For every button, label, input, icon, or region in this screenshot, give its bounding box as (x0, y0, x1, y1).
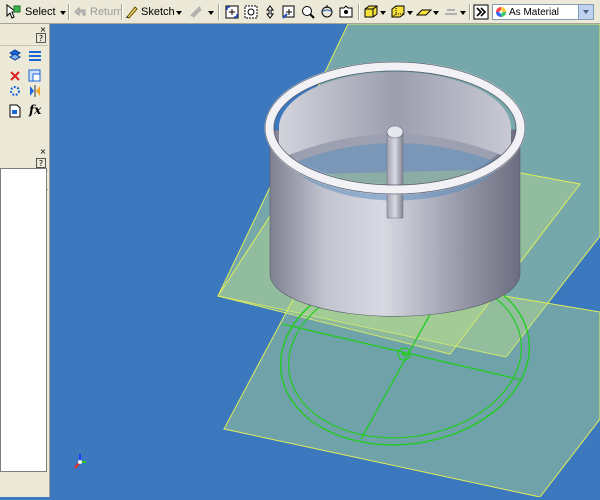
parameters-icon[interactable]: fx (29, 103, 43, 117)
shaft-top-face (386, 125, 404, 139)
revolve-icon[interactable] (28, 49, 42, 63)
select-label: Select (25, 6, 56, 18)
return-label: Return (90, 6, 124, 18)
sketch-button[interactable]: Sketch (125, 3, 175, 21)
update-icon[interactable] (188, 4, 204, 20)
color-style-icon[interactable] (473, 4, 489, 20)
select-arrow-icon (6, 4, 21, 19)
shadow-dropdown-arrow[interactable] (433, 11, 439, 15)
section-view-icon[interactable] (443, 4, 459, 20)
sketch-center-dot (402, 352, 406, 356)
browser-help-button[interactable]: ? (36, 158, 46, 168)
sketch-icon (126, 6, 138, 19)
appearance-combo[interactable]: As Material (492, 4, 594, 20)
panel-help-button[interactable]: ? (36, 33, 46, 43)
toolbar-separator (68, 4, 70, 20)
camera-dropdown-arrow[interactable] (407, 11, 413, 15)
zoom-window-icon[interactable] (243, 4, 259, 20)
extrude-icon[interactable] (8, 49, 22, 63)
zoom-icon[interactable] (262, 4, 278, 20)
standard-toolbar: Select Return Sketch As Material (0, 0, 600, 24)
toolbar-separator (358, 4, 360, 20)
look-at-icon[interactable] (338, 4, 354, 20)
ground-shadow-icon[interactable] (415, 4, 433, 20)
return-button[interactable]: Return (73, 3, 123, 21)
viewport-canvas (74, 23, 600, 498)
document-icon[interactable] (8, 104, 22, 118)
zoom-all-icon[interactable] (224, 4, 240, 20)
update-dropdown-arrow[interactable] (208, 11, 214, 15)
toolbar-separator (218, 4, 220, 20)
browser-close-button[interactable]: × (38, 147, 48, 157)
pan-icon[interactable] (281, 4, 297, 20)
toolbar-separator (121, 4, 123, 20)
display-dropdown-arrow[interactable] (380, 11, 386, 15)
zoom-selected-icon[interactable] (300, 4, 316, 20)
axis-triad-icon (74, 454, 86, 469)
appearance-dropdown-button[interactable] (578, 5, 593, 19)
sketch-dropdown-arrow[interactable] (176, 11, 182, 15)
panel-bar-title: ? (0, 32, 48, 46)
color-wheel-icon (496, 7, 506, 17)
shell-icon[interactable] (28, 69, 42, 83)
return-icon (74, 6, 86, 16)
center-shaft[interactable] (386, 131, 404, 219)
appearance-value: As Material (509, 6, 560, 18)
graphics-viewport[interactable] (50, 23, 600, 498)
section-dropdown-arrow[interactable] (460, 11, 466, 15)
toolbar-separator (469, 4, 471, 20)
delete-icon[interactable] (8, 69, 22, 83)
mirror-icon[interactable] (28, 84, 42, 98)
sketch-label: Sketch (141, 6, 175, 18)
model-browser-tree[interactable] (0, 168, 47, 472)
shaded-display-icon[interactable] (363, 4, 379, 20)
select-dropdown-arrow[interactable] (60, 11, 66, 15)
camera-view-icon[interactable] (390, 4, 406, 20)
pattern-icon[interactable] (8, 84, 22, 98)
select-button[interactable]: Select (4, 3, 56, 21)
rotate-icon[interactable] (319, 4, 335, 20)
